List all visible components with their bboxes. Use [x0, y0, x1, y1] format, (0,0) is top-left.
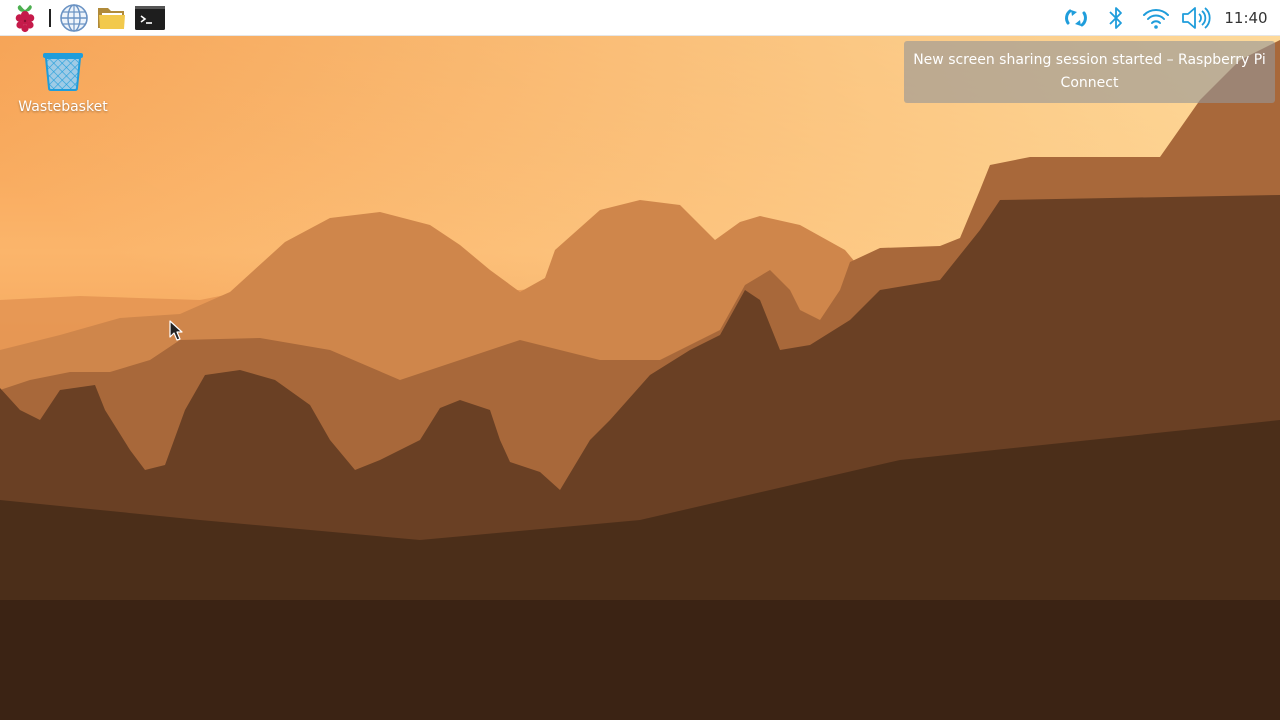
- mouse-pointer: [169, 320, 183, 341]
- raspberry-icon: [11, 2, 39, 34]
- volume-tray-button[interactable]: [1178, 2, 1214, 34]
- wastebasket-label: Wastebasket: [18, 99, 108, 115]
- wifi-icon: [1142, 6, 1170, 30]
- clock[interactable]: 11:40: [1212, 0, 1280, 36]
- folder-icon: [96, 4, 128, 32]
- launcher-separator: [49, 9, 51, 27]
- bluetooth-icon: [1107, 5, 1125, 31]
- terminal-button[interactable]: [132, 2, 168, 34]
- web-browser-button[interactable]: [56, 2, 92, 34]
- connect-icon: [1061, 5, 1091, 31]
- desktop[interactable]: 11:40 Wastebasket New screen sharing ses…: [0, 0, 1280, 720]
- notification-text: New screen sharing session started – Ras…: [913, 52, 1266, 91]
- notification-popup[interactable]: New screen sharing session started – Ras…: [904, 41, 1275, 103]
- volume-icon: [1180, 5, 1212, 31]
- bluetooth-tray-button[interactable]: [1100, 2, 1132, 34]
- raspberry-menu-button[interactable]: [8, 2, 42, 34]
- terminal-icon: [134, 5, 166, 31]
- globe-icon: [59, 3, 89, 33]
- trash-icon: [41, 50, 85, 96]
- wifi-tray-button[interactable]: [1138, 2, 1174, 34]
- file-manager-button[interactable]: [94, 2, 130, 34]
- taskbar: 11:40: [0, 0, 1280, 36]
- connect-tray-button[interactable]: [1058, 2, 1094, 34]
- wallpaper: [0, 0, 1280, 720]
- wastebasket-desktop-icon[interactable]: Wastebasket: [12, 50, 114, 122]
